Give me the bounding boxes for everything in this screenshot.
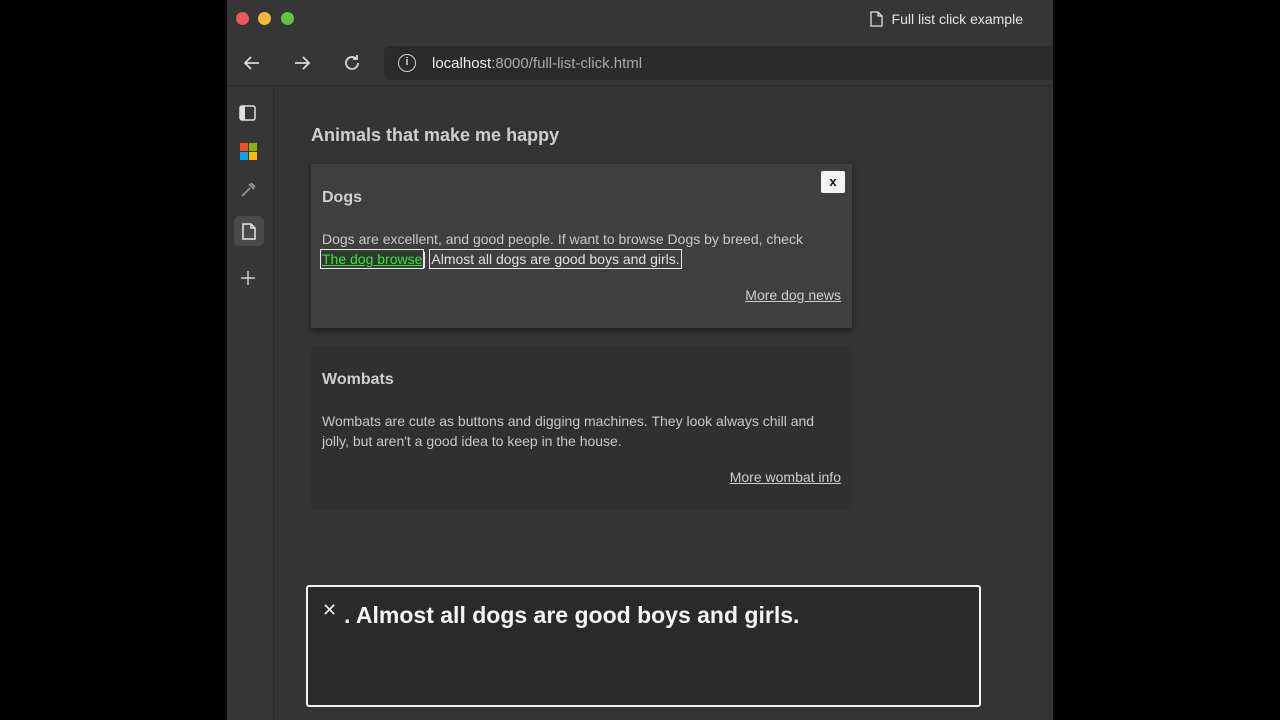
tools-button[interactable] <box>236 178 260 202</box>
toolbar: i localhost:8000/full-list-click.html <box>227 40 1053 86</box>
caption-text: . Almost all dogs are good boys and girl… <box>344 602 800 628</box>
caption-panel: ✕ . Almost all dogs are good boys and gi… <box>306 585 981 707</box>
page-icon <box>242 222 256 240</box>
card-body: Wombats are cute as buttons and digging … <box>322 413 815 449</box>
sidebar-toggle-icon <box>239 105 256 121</box>
page-button[interactable] <box>234 216 264 246</box>
forward-button[interactable] <box>289 50 315 76</box>
reload-button[interactable] <box>339 50 365 76</box>
highlighted-sentence: Almost all dogs are good boys and girls. <box>429 249 682 269</box>
url-path: :8000/full-list-click.html <box>491 54 643 72</box>
info-icon[interactable]: i <box>398 54 416 72</box>
close-button[interactable]: x <box>821 171 845 193</box>
minimize-window-button[interactable] <box>258 12 271 25</box>
maximize-window-button[interactable] <box>281 12 294 25</box>
card-title: Wombats <box>322 371 394 388</box>
tab-title: Full list click example <box>891 11 1023 27</box>
dogs-card: Dogs x Dogs are excellent, and good peop… <box>311 164 852 328</box>
more-dog-news-link[interactable]: More dog news <box>745 287 841 303</box>
url-host: localhost <box>432 54 492 72</box>
tools-icon <box>241 182 256 197</box>
sidebar <box>227 87 274 720</box>
tab[interactable]: Full list click example <box>869 11 1023 27</box>
add-button[interactable] <box>236 266 260 290</box>
more-wombat-info-link[interactable]: More wombat info <box>730 469 841 485</box>
plus-icon <box>241 271 255 285</box>
text-caret <box>424 252 426 269</box>
address-bar[interactable]: i localhost:8000/full-list-click.html <box>384 46 1053 80</box>
page-icon <box>869 11 883 27</box>
wombats-card: Wombats Wombats are cute as buttons and … <box>311 346 852 510</box>
microsoft-logo-icon <box>239 142 257 160</box>
card-body-text: Dogs are excellent, and good people. If … <box>322 231 803 247</box>
dog-browse-link[interactable]: The dog browse <box>319 249 425 269</box>
back-button[interactable] <box>239 50 265 76</box>
page-title: Animals that make me happy <box>311 125 560 145</box>
card-body: Dogs are excellent, and good people. If … <box>319 229 837 269</box>
browser-window: Full list click example i localhost:8000… <box>227 0 1053 720</box>
microsoft-button[interactable] <box>236 139 260 163</box>
close-window-button[interactable] <box>236 12 249 25</box>
title-bar: Full list click example <box>227 0 1053 40</box>
forward-arrow-icon <box>295 56 311 70</box>
back-arrow-icon <box>243 56 259 70</box>
card-title: Dogs <box>322 189 362 206</box>
reload-icon <box>345 55 359 70</box>
sidebar-toggle-button[interactable] <box>236 101 260 125</box>
close-icon[interactable]: ✕ <box>322 601 337 619</box>
